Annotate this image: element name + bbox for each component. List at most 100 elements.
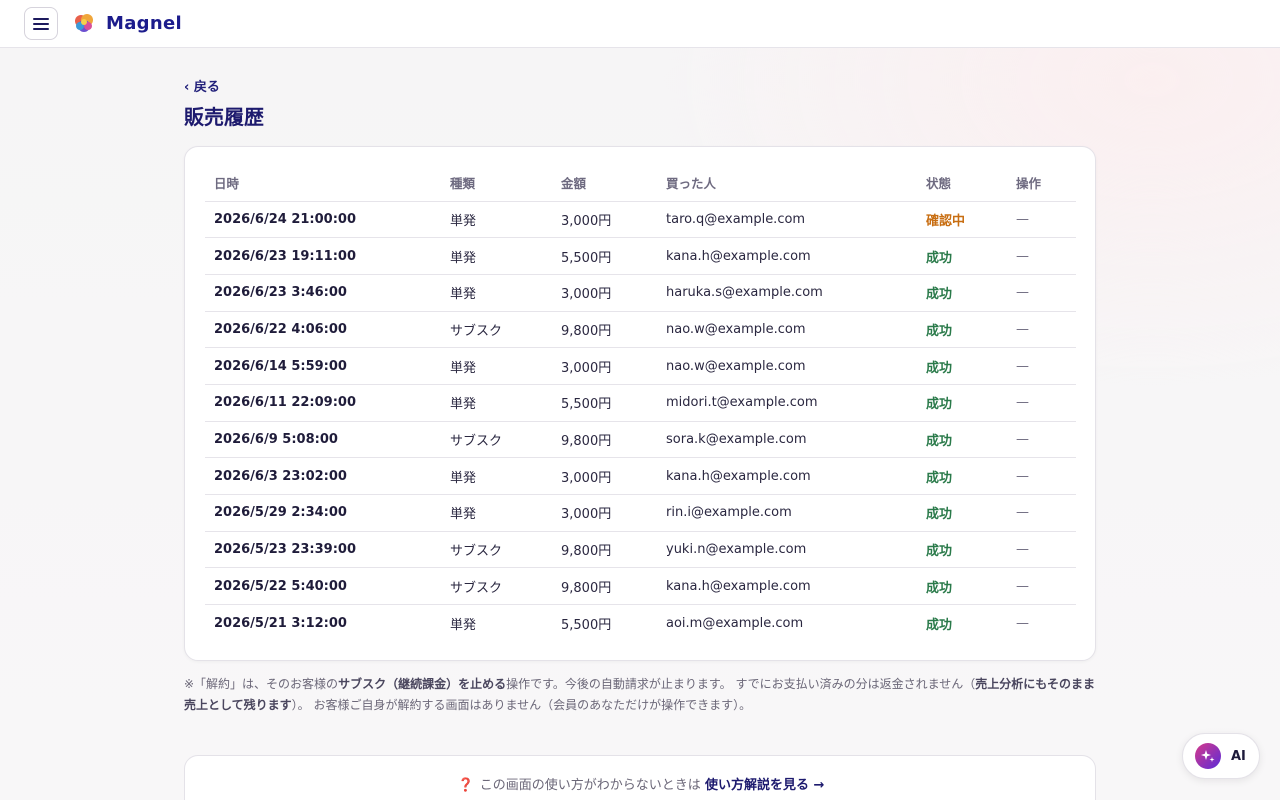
cell-amount: 9,800円: [552, 421, 657, 459]
column-header-type: 種類: [441, 165, 552, 202]
cell-datetime: 2026/5/21 3:12:00: [214, 615, 347, 631]
cell-type: 単発: [441, 347, 552, 385]
cell-datetime: 2026/6/9 5:08:00: [205, 421, 441, 459]
cell-action: —: [1007, 347, 1076, 385]
cell-buyer: kana.h@example.com: [657, 457, 917, 495]
cell-type: サブスク: [441, 311, 552, 349]
cell-amount: 5,500円: [561, 617, 612, 633]
cell-status: 成功: [917, 311, 1007, 349]
cell-action: —: [1007, 457, 1076, 495]
cell-datetime: 2026/6/3 23:02:00: [205, 457, 441, 495]
hamburger-menu-icon: [33, 17, 49, 30]
note-text: 操作です。今後の自動請求が止まります。 すでにお支払い済みの分は返金されません（: [506, 677, 976, 691]
cell-datetime: 2026/5/22 5:40:00: [205, 567, 441, 606]
cell-buyer: sora.k@example.com: [657, 421, 917, 459]
note-emphasis: サブスク（継続課金）を止める: [338, 677, 507, 691]
cell-datetime: 2026/6/11 22:09:00: [205, 384, 441, 422]
question-mark-icon: ❓: [457, 778, 474, 793]
cell-action: —: [1007, 567, 1076, 606]
help-text: この画面の使い方がわからないときは: [479, 778, 701, 793]
cell-type: 単発: [441, 494, 552, 532]
column-header-amount: 金額: [552, 165, 657, 202]
table-row: 2026/5/29 2:34:00 単発 3,000円 rin.i@exampl…: [205, 494, 1076, 532]
brand-name: Magnel: [106, 12, 182, 34]
cell-amount: 3,000円: [552, 494, 657, 532]
cell-datetime: 2026/5/23 23:39:00: [205, 531, 441, 569]
table-row: 2026/5/21 3:12:00 単発 5,500円 aoi.m@exampl…: [205, 605, 1076, 642]
table-row: 2026/5/23 23:39:00 サブスク 9,800円 yuki.n@ex…: [205, 531, 1076, 569]
cell-action: —: [1007, 421, 1076, 459]
table-row: 2026/5/22 5:40:00 サブスク 9,800円 kana.h@exa…: [205, 567, 1076, 606]
column-header-action: 操作: [1007, 165, 1076, 202]
cell-amount: 3,000円: [552, 347, 657, 385]
ai-assistant-button[interactable]: AI: [1182, 733, 1260, 779]
cell-status: 確認中: [917, 201, 1007, 239]
cell-status: 成功: [917, 384, 1007, 422]
cell-action: —: [1007, 494, 1076, 532]
cell-amount: 9,800円: [552, 567, 657, 606]
cell-status: 成功: [917, 237, 1007, 275]
cell-datetime: 2026/6/23 19:11:00: [205, 237, 441, 275]
cell-status: 成功: [917, 567, 1007, 606]
cell-status: 成功: [917, 494, 1007, 532]
cell-type: 単発: [441, 274, 552, 312]
cell-buyer: taro.q@example.com: [657, 201, 917, 239]
cell-buyer: nao.w@example.com: [657, 347, 917, 385]
cell-amount: 5,500円: [552, 237, 657, 275]
ai-button-label: AI: [1231, 748, 1246, 764]
cell-action: —: [1007, 274, 1076, 312]
cell-datetime: 2026/6/24 21:00:00: [205, 201, 441, 239]
table-row: 2026/6/23 3:46:00 単発 3,000円 haruka.s@exa…: [205, 274, 1076, 312]
table-row: 2026/6/3 23:02:00 単発 3,000円 kana.h@examp…: [205, 457, 1076, 495]
help-card: ❓ この画面の使い方がわからないときは 使い方解説を見る →: [184, 755, 1096, 800]
cell-buyer: nao.w@example.com: [657, 311, 917, 349]
back-link[interactable]: ‹ 戻る: [184, 76, 220, 95]
table-row: 2026/6/9 5:08:00 サブスク 9,800円 sora.k@exam…: [205, 421, 1076, 459]
cell-action: —: [1007, 311, 1076, 349]
cell-datetime: 2026/5/29 2:34:00: [205, 494, 441, 532]
cell-type: 単発: [441, 237, 552, 275]
cell-buyer: midori.t@example.com: [657, 384, 917, 422]
page-title: 販売履歴: [184, 105, 264, 129]
sales-history-card: 日時 種類 金額 買った人 状態 操作 2026/6/24 21:00:00 単…: [184, 146, 1096, 661]
sales-history-table: 日時 種類 金額 買った人 状態 操作 2026/6/24 21:00:00 単…: [205, 165, 1076, 641]
cell-amount: 3,000円: [552, 457, 657, 495]
sparkle-icon: [1195, 743, 1221, 769]
cell-action: —: [1007, 531, 1076, 569]
note-text: ）。 お客様ご自身が解約する画面はありません（会員のあなただけが操作できます）。: [291, 698, 752, 712]
cell-type: 単発: [450, 617, 477, 633]
brand-logo[interactable]: Magnel: [72, 11, 182, 35]
table-row: 2026/6/11 22:09:00 単発 5,500円 midori.t@ex…: [205, 384, 1076, 422]
column-header-status: 状態: [917, 165, 1007, 202]
help-guide-link[interactable]: 使い方解説を見る →: [705, 778, 824, 793]
cell-datetime: 2026/6/14 5:59:00: [205, 347, 441, 385]
hamburger-menu-button[interactable]: [24, 7, 58, 40]
table-row: 2026/6/14 5:59:00 単発 3,000円 nao.w@exampl…: [205, 347, 1076, 385]
cancellation-note: ※「解約」は、そのお客様のサブスク（継続課金）を止める操作です。今後の自動請求が…: [184, 674, 1096, 716]
table-row: 2026/6/23 19:11:00 単発 5,500円 kana.h@exam…: [205, 237, 1076, 275]
cell-amount: 5,500円: [552, 384, 657, 422]
cell-type: 単発: [441, 457, 552, 495]
cell-action: —: [1007, 384, 1076, 422]
cell-type: サブスク: [441, 531, 552, 569]
cell-buyer: rin.i@example.com: [657, 494, 917, 532]
top-bar: Magnel: [0, 0, 1280, 48]
cell-datetime: 2026/6/22 4:06:00: [205, 311, 441, 349]
cell-status: 成功: [917, 531, 1007, 569]
cell-type: 単発: [441, 201, 552, 239]
table-row: 2026/6/24 21:00:00 単発 3,000円 taro.q@exam…: [205, 201, 1076, 239]
cell-action: —: [1007, 237, 1076, 275]
cell-datetime: 2026/6/23 3:46:00: [205, 274, 441, 312]
brain-logo-icon: [75, 14, 93, 32]
cell-status: 成功: [917, 457, 1007, 495]
table-header-row: 日時 種類 金額 買った人 状態 操作: [205, 165, 1076, 202]
cell-amount: 3,000円: [552, 201, 657, 239]
cell-type: サブスク: [441, 421, 552, 459]
cell-status: 成功: [917, 421, 1007, 459]
help-line: ❓ この画面の使い方がわからないときは 使い方解説を見る →: [185, 774, 1097, 793]
cell-status: 成功: [917, 347, 1007, 385]
column-header-buyer: 買った人: [657, 165, 917, 202]
cell-amount: 9,800円: [552, 531, 657, 569]
cell-buyer: yuki.n@example.com: [657, 531, 917, 569]
cell-amount: 9,800円: [552, 311, 657, 349]
